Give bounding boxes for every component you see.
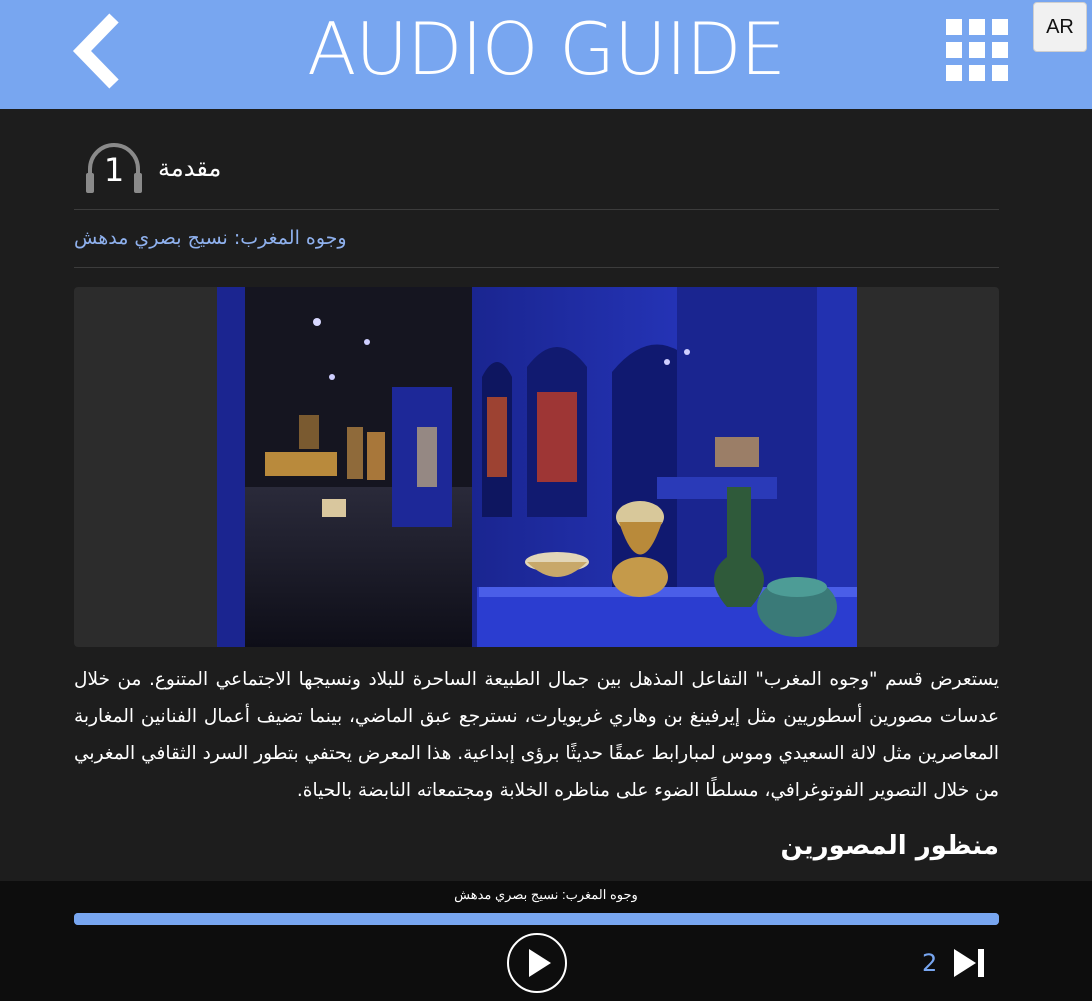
play-button[interactable] bbox=[507, 933, 567, 993]
section-heading: منظور المصورين bbox=[780, 831, 999, 861]
intro-label: مقدمة bbox=[158, 154, 222, 182]
description-text: يستعرض قسم "وجوه المغرب" التفاعل المذهل … bbox=[74, 669, 999, 801]
track-number: 1 bbox=[103, 151, 125, 189]
progress-bar[interactable] bbox=[74, 913, 999, 925]
language-button[interactable]: AR bbox=[1033, 2, 1087, 52]
next-track-button[interactable] bbox=[952, 948, 986, 978]
grid-icon bbox=[946, 19, 1008, 81]
progress-fill bbox=[74, 913, 999, 925]
section-subtitle-link[interactable]: وجوه المغرب: نسيج بصري مدهش bbox=[74, 227, 347, 249]
audio-player: وجوه المغرب: نسيج بصري مدهش 2 bbox=[0, 881, 1092, 1001]
menu-grid-button[interactable] bbox=[946, 19, 1008, 81]
app-header: AUDIO GUIDE AR bbox=[0, 0, 1092, 109]
next-track-number[interactable]: 2 bbox=[922, 949, 937, 977]
gallery-photo bbox=[217, 287, 857, 647]
play-icon bbox=[529, 949, 551, 977]
divider bbox=[74, 267, 999, 268]
intro-item[interactable]: 1 مقدمة bbox=[84, 137, 221, 199]
track-number-badge: 1 bbox=[84, 137, 144, 199]
page-title: AUDIO GUIDE bbox=[307, 7, 786, 91]
skip-next-icon bbox=[954, 949, 984, 977]
image-frame bbox=[74, 287, 999, 647]
track-title: وجوه المغرب: نسيج بصري مدهش bbox=[454, 887, 638, 902]
divider bbox=[74, 209, 999, 210]
